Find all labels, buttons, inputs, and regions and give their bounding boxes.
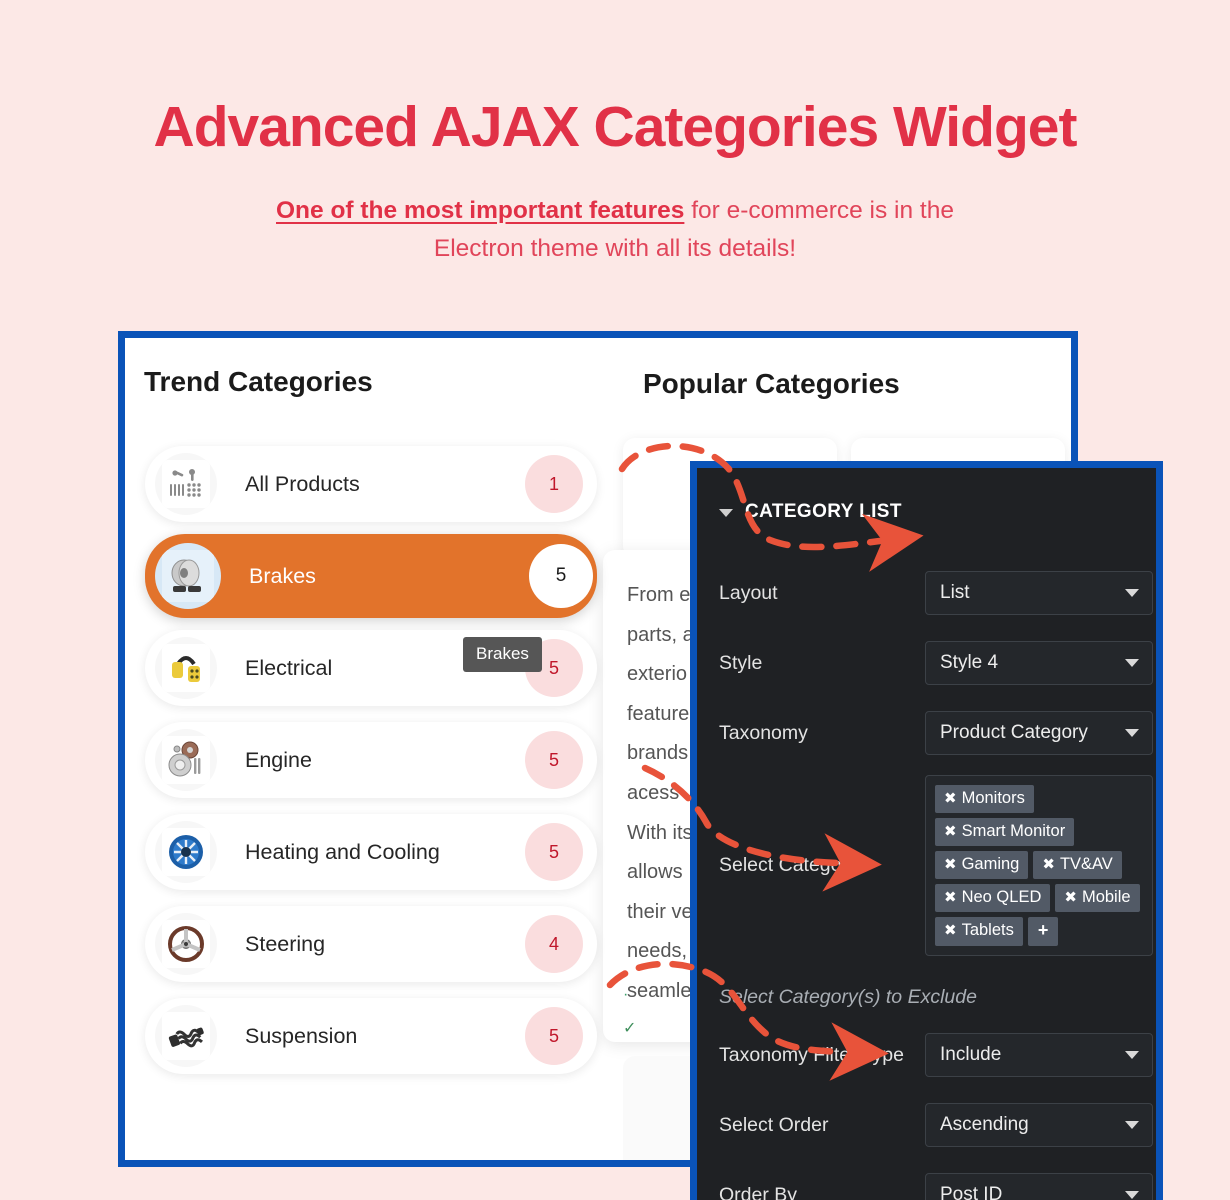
tag-label: Gaming — [961, 855, 1020, 873]
page-title: Advanced AJAX Categories Widget — [153, 95, 1078, 159]
setting-label: Order By — [719, 1183, 798, 1200]
subtitle-line2: Electron theme with all its details! — [433, 234, 797, 262]
category-list-item[interactable]: Engine 5 — [145, 722, 597, 798]
select-category-tagbox[interactable]: ✖ Monitors ✖ Smart Monitor ✖ Gaming ✖ TV&AV … — [925, 775, 1153, 956]
chevron-down-icon — [1125, 1051, 1139, 1059]
tag-label: Smart Monitor — [961, 822, 1066, 840]
category-label: Steering — [245, 931, 326, 956]
exclude-placeholder-label[interactable]: Select Category(s) to Exclude — [697, 986, 1137, 1009]
setting-row-style: Style Style 4 — [697, 641, 1156, 685]
bullet-dot-icon: · — [623, 986, 629, 1003]
category-list-item[interactable]: Suspension 5 — [145, 998, 597, 1074]
category-count-badge: 5 — [529, 544, 593, 608]
setting-row-exclude: Select Category(s) to Exclude — [697, 986, 1156, 1009]
category-tag[interactable]: ✖ Monitors — [935, 785, 1034, 813]
category-tooltip: Brakes — [463, 637, 542, 672]
category-tag[interactable]: ✖ Mobile — [1055, 884, 1140, 912]
trend-categories-heading: Trend Categories — [144, 366, 373, 397]
brake-disc-icon — [155, 543, 221, 609]
setting-label: Select Category — [719, 853, 858, 876]
layout-select[interactable]: List — [925, 571, 1153, 615]
category-label: Engine — [245, 747, 312, 772]
select-order-select[interactable]: Ascending — [925, 1103, 1153, 1147]
chevron-down-icon — [1125, 1191, 1139, 1199]
category-list-item[interactable]: Steering 4 — [145, 906, 597, 982]
category-tag[interactable]: ✖ Smart Monitor — [935, 818, 1075, 846]
select-value: Post ID — [940, 1184, 1003, 1200]
taxonomy-select[interactable]: Product Category — [925, 711, 1153, 755]
tag-label: Mobile — [1081, 888, 1131, 906]
setting-label: Layout — [719, 581, 778, 604]
remove-tag-icon[interactable]: ✖ — [944, 791, 957, 806]
select-value: List — [940, 582, 970, 603]
remove-tag-icon[interactable]: ✖ — [944, 857, 957, 872]
setting-row-layout: Layout List — [697, 571, 1156, 615]
chevron-down-icon — [719, 509, 733, 517]
category-count-badge: 5 — [525, 823, 583, 881]
category-count-badge: 5 — [525, 1007, 583, 1065]
steering-wheel-icon — [155, 913, 217, 975]
electrical-connector-icon — [155, 637, 217, 699]
category-tag[interactable]: ✖ Tablets — [935, 917, 1023, 946]
category-label: All Products — [245, 471, 360, 496]
category-label: Brakes — [249, 563, 316, 588]
subtitle-rest: for e-commerce is in the — [684, 197, 954, 224]
tag-label: Tablets — [961, 921, 1014, 940]
remove-tag-icon[interactable]: ✖ — [944, 890, 957, 905]
category-tag[interactable]: ✖ TV&AV — [1033, 851, 1122, 879]
elementor-settings-panel: CATEGORY LIST Layout List Style Style 4 … — [690, 461, 1163, 1200]
chevron-down-icon — [1125, 1121, 1139, 1129]
category-list-item[interactable]: Heating and Cooling 5 — [145, 814, 597, 890]
category-tag[interactable]: ✖ Neo QLED — [935, 884, 1051, 912]
category-count-badge: 1 — [525, 455, 583, 513]
category-label: Heating and Cooling — [245, 839, 440, 864]
hardware-parts-icon — [155, 453, 217, 515]
add-category-button[interactable]: + — [1027, 917, 1059, 946]
setting-label: Style — [719, 651, 763, 674]
select-value: Product Category — [940, 722, 1088, 743]
select-value: Style 4 — [940, 652, 999, 673]
popular-categories-heading: Popular Categories — [643, 368, 900, 399]
remove-tag-icon[interactable]: ✖ — [1042, 857, 1055, 872]
screenshot-root: Advanced AJAX Categories Widget One of t… — [0, 0, 1230, 1200]
remove-tag-icon[interactable]: ✖ — [1064, 890, 1077, 905]
category-list-section-header[interactable]: CATEGORY LIST — [719, 501, 902, 523]
style-select[interactable]: Style 4 — [925, 641, 1153, 685]
setting-row-select-category: Select Category ✖ Monitors ✖ Smart Monitor… — [697, 775, 1156, 956]
select-value: Include — [940, 1044, 1002, 1065]
category-count-badge: 4 — [525, 915, 583, 973]
category-tag[interactable]: ✖ Gaming — [935, 851, 1029, 879]
trend-category-list: All Products 1 Brakes 5 Electrical 5 Eng… — [145, 446, 597, 1090]
engine-clutch-icon — [155, 729, 217, 791]
setting-label: Taxonomy Filter Type — [719, 1043, 904, 1066]
remove-tag-icon[interactable]: ✖ — [944, 824, 957, 839]
blue-wheel-icon — [155, 821, 217, 883]
category-count-badge: 5 — [525, 731, 583, 789]
tag-label: Monitors — [961, 789, 1025, 807]
select-value: Ascending — [940, 1114, 1029, 1135]
subtitle-emphasis: One of the most important features — [276, 197, 685, 224]
category-list-item[interactable]: All Products 1 — [145, 446, 597, 522]
tag-label: TV&AV — [1059, 855, 1113, 873]
setting-row-filter-type: Taxonomy Filter Type Include — [697, 1033, 1156, 1077]
category-list-item-active[interactable]: Brakes 5 — [145, 534, 597, 618]
remove-tag-icon[interactable]: ✖ — [944, 923, 957, 938]
chevron-down-icon — [1125, 589, 1139, 597]
shock-absorber-icon — [155, 1005, 217, 1067]
setting-row-select-order: Select Order Ascending — [697, 1103, 1156, 1147]
setting-row-order-by: Order By Post ID — [697, 1173, 1156, 1200]
category-label: Suspension — [245, 1023, 358, 1048]
check-icon: ✓ — [623, 1019, 637, 1037]
page-subtitle: One of the most important features for e… — [0, 192, 1230, 268]
setting-label: Taxonomy — [719, 721, 808, 744]
order-by-select[interactable]: Post ID — [925, 1173, 1153, 1200]
tag-label: Neo QLED — [961, 888, 1042, 906]
chevron-down-icon — [1125, 729, 1139, 737]
setting-row-taxonomy: Taxonomy Product Category — [697, 711, 1156, 755]
setting-label: Select Order — [719, 1113, 829, 1136]
taxonomy-filter-type-select[interactable]: Include — [925, 1033, 1153, 1077]
chevron-down-icon — [1125, 659, 1139, 667]
section-title: CATEGORY LIST — [745, 501, 902, 522]
